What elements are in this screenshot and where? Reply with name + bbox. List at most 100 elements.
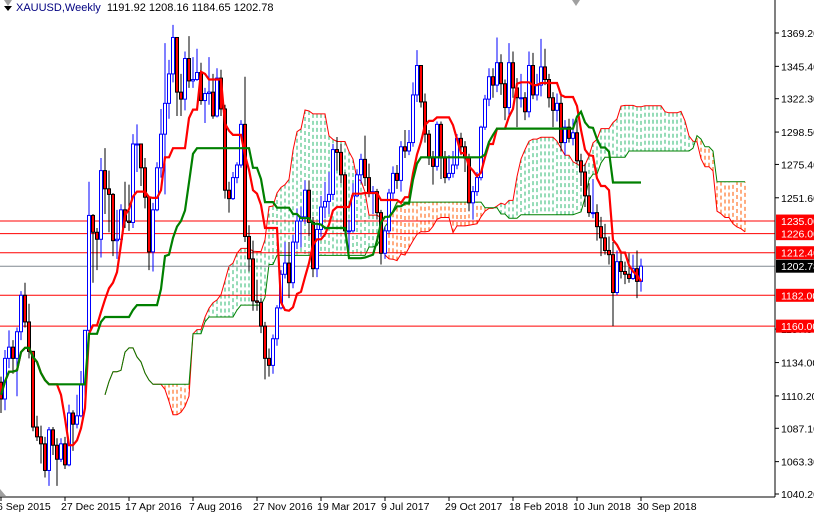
candle-bear (379, 212, 383, 254)
candle-bear (499, 62, 503, 85)
candle-bull (215, 77, 219, 117)
candle-bull (331, 149, 335, 195)
candle-bull (591, 212, 595, 215)
time-tick-label: 19 Mar 2017 (317, 501, 376, 513)
candle-bull (271, 338, 275, 366)
candle-bull (399, 146, 403, 181)
symbol-timeframe: XAUUSD,Weekly (16, 2, 101, 14)
collapse-arrow-icon[interactable] (4, 5, 12, 11)
candle-bull (323, 200, 327, 208)
candle-bull (555, 102, 559, 111)
candle-bull (171, 36, 175, 75)
candle-bear (255, 300, 259, 303)
candle-bull (15, 331, 19, 359)
candle-bull (207, 91, 211, 95)
candle-bull (475, 177, 479, 193)
price-tick-label: 1298.50 (781, 127, 814, 139)
time-tick-label: 7 Aug 2016 (189, 501, 242, 513)
candle-bear (503, 83, 507, 109)
candle-bear (55, 444, 59, 460)
candle-bull (571, 132, 575, 139)
candle-bull (155, 167, 159, 211)
candle-bull (487, 76, 491, 100)
time-tick-label: 30 Sep 2018 (637, 501, 697, 513)
candle-bull (7, 346, 11, 359)
candle-bear (147, 196, 151, 253)
candle-bear (543, 66, 547, 81)
candle-bull (495, 62, 499, 86)
candle-bull (99, 170, 103, 240)
time-tick-label: 6 Sep 2015 (0, 501, 51, 513)
candle-bear (51, 429, 55, 446)
candle-bull (303, 189, 307, 218)
candle-bear (395, 172, 399, 181)
time-tick-label: 17 Apr 2016 (125, 501, 182, 513)
price-tick-label: 1345.40 (781, 61, 814, 73)
candle-bear (419, 65, 423, 103)
time-tick-label: 10 Jun 2018 (573, 501, 631, 513)
price-chart[interactable]: 1369.20 1345.40 1322.30 1298.50 1275.40 1251.… (0, 0, 814, 514)
candle-bear (287, 262, 291, 284)
candle-bear (579, 160, 583, 173)
candle-bear (431, 157, 435, 167)
price-tick-label: 1369.20 (781, 28, 814, 40)
candle-bull (411, 94, 415, 144)
candle-bear (611, 254, 615, 294)
candle-bear (39, 436, 43, 445)
candle-bear (511, 62, 515, 89)
candle-bear (583, 171, 587, 197)
candle-bull (79, 384, 83, 417)
candle-bear (139, 143, 143, 169)
candle-bear (439, 123, 443, 159)
level-price-label: 1235.00 (781, 216, 814, 228)
candle-bear (551, 97, 555, 111)
candle-bear (31, 350, 35, 428)
price-tick-label: 1110.20 (781, 391, 814, 403)
candle-bear (259, 301, 263, 327)
candle-bear (111, 193, 115, 242)
candle-bear (107, 188, 111, 195)
candle-bull (327, 193, 331, 202)
candle-bull (615, 261, 619, 294)
current-price-label: 1202.78 (781, 261, 814, 273)
candle-bull (275, 307, 279, 340)
candle-bull (295, 220, 299, 243)
candle-bear (627, 273, 631, 279)
candle-bull (235, 164, 239, 179)
chart-title: XAUUSD,Weekly 1191.92 1208.16 1184.65 12… (4, 2, 273, 14)
candle-bull (407, 142, 411, 152)
candle-bear (599, 226, 603, 239)
level-price-label: 1226.00 (781, 229, 814, 241)
candle-bull (535, 84, 539, 96)
candle-bull (47, 429, 51, 471)
candle-bear (339, 151, 343, 176)
time-tick-label: 29 Oct 2017 (445, 501, 502, 513)
candle-bear (43, 443, 47, 471)
candle-bear (619, 261, 623, 272)
candle-bear (211, 91, 215, 117)
candle-bull (183, 58, 187, 100)
candle-bull (163, 102, 167, 135)
candle-bull (315, 228, 319, 270)
candle-bear (559, 102, 563, 144)
candle-bear (267, 357, 271, 366)
time-tick-label: 18 Feb 2018 (509, 501, 568, 513)
price-tick-label: 1040.20 (781, 489, 814, 501)
candle-bull (347, 230, 351, 233)
candle-bear (575, 132, 579, 162)
level-price-label: 1212.40 (781, 248, 814, 260)
candle-bear (95, 231, 99, 240)
candle-bear (11, 346, 15, 359)
candle-bull (471, 191, 475, 204)
price-tick-label: 1322.30 (781, 94, 814, 106)
candle-bear (187, 58, 191, 82)
candle-bull (483, 98, 487, 128)
candle-bull (151, 209, 155, 253)
candle-bull (391, 172, 395, 194)
candle-bull (283, 262, 287, 275)
candle-bear (595, 212, 599, 228)
candle-bear (335, 149, 339, 153)
candle-bear (71, 412, 75, 425)
candle-bull (75, 415, 79, 425)
candle-bear (91, 214, 95, 233)
